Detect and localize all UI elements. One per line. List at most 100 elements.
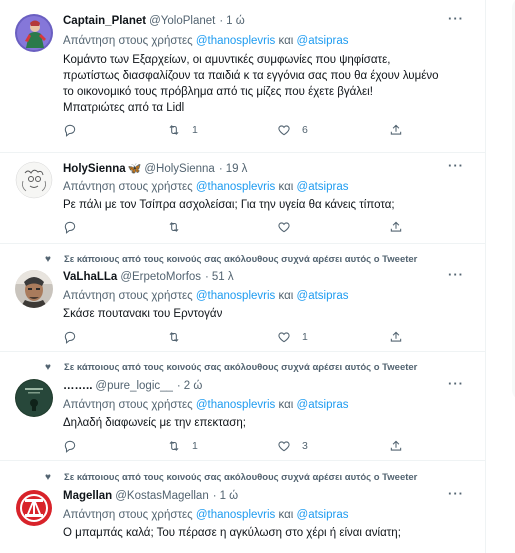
user-handle[interactable]: @pure_logic__ bbox=[95, 380, 173, 392]
mention-link[interactable]: @atsipras bbox=[297, 509, 349, 521]
user-handle[interactable]: @ErpetoMorfos bbox=[120, 271, 201, 283]
reply-button[interactable] bbox=[63, 123, 88, 137]
timestamp[interactable]: 1 ώ bbox=[226, 15, 245, 27]
timestamp[interactable]: 51 λ bbox=[212, 271, 234, 283]
retweet-icon bbox=[169, 125, 179, 135]
retweet-icon bbox=[169, 222, 179, 232]
retweet-button[interactable] bbox=[167, 330, 192, 344]
heart-icon: ♥ bbox=[45, 254, 51, 265]
heart-icon: ♥ bbox=[45, 472, 51, 483]
timestamp[interactable]: 2 ώ bbox=[184, 380, 203, 392]
reply-icon bbox=[64, 440, 76, 453]
tweet[interactable]: ♥ Σε κάποιους από τους κοινούς σας ακόλο… bbox=[0, 352, 485, 461]
tweet-text: Κομάντο των Εξαρχείων, οι αμυντικές συμφ… bbox=[63, 52, 472, 116]
display-name[interactable]: VaLhaLLa bbox=[63, 271, 117, 283]
butterfly-icon: 🦋 bbox=[127, 163, 142, 175]
tweet-text-line: Ρε πάλι με τον Τσίπρα ασχολείσαι; Για τη… bbox=[63, 199, 395, 211]
user-handle[interactable]: @KostasMagellan bbox=[115, 490, 209, 502]
display-name[interactable]: HolySienna bbox=[63, 163, 126, 175]
tweet-text: Ο μπαμπάς καλά; Του πέρασε η αγκύλωση στ… bbox=[63, 525, 472, 541]
like-button[interactable]: 6 bbox=[277, 123, 308, 137]
share-button[interactable] bbox=[389, 123, 403, 137]
like-button[interactable]: 3 bbox=[277, 439, 308, 453]
like-count: 6 bbox=[302, 124, 308, 136]
tweet-actions: 1 6 bbox=[63, 123, 403, 141]
reply-and: και bbox=[278, 181, 294, 193]
separator-dot: · bbox=[176, 380, 181, 392]
mention-link[interactable]: @thanosplevris bbox=[196, 290, 275, 302]
mention-link[interactable]: @atsipras bbox=[297, 181, 349, 193]
display-name[interactable]: …….. bbox=[63, 380, 92, 392]
avatar[interactable] bbox=[15, 14, 53, 52]
separator-dot: · bbox=[219, 15, 224, 27]
reply-context: Απάντηση στους χρήστες @thanosplevris κα… bbox=[63, 290, 348, 302]
tweet[interactable]: Captain_Planet @YoloPlanet · 1 ώ ··· Απά… bbox=[0, 0, 485, 153]
timeline-feed: Captain_Planet @YoloPlanet · 1 ώ ··· Απά… bbox=[0, 0, 486, 553]
social-context-text: Σε κάποιους από τους κοινούς σας ακόλουθ… bbox=[64, 254, 418, 265]
mention-link[interactable]: @thanosplevris bbox=[196, 509, 275, 521]
user-handle[interactable]: @YoloPlanet bbox=[149, 15, 215, 27]
more-icon[interactable]: ··· bbox=[448, 486, 464, 501]
separator-dot: · bbox=[205, 271, 209, 283]
reply-button[interactable] bbox=[63, 330, 88, 344]
share-icon bbox=[390, 440, 402, 451]
retweet-button[interactable]: 1 bbox=[167, 439, 198, 453]
tweet-text-line: Δηλαδή διαφωνείς με την επεκταση; bbox=[63, 417, 246, 429]
more-icon[interactable]: ··· bbox=[448, 376, 464, 391]
timestamp[interactable]: 1 ώ bbox=[220, 490, 239, 502]
reply-and: και bbox=[278, 399, 294, 411]
tweet[interactable]: ♥ Σε κάποιους από τους κοινούς σας ακόλο… bbox=[0, 461, 485, 553]
more-icon[interactable]: ··· bbox=[448, 11, 464, 26]
tweet-header: …….. @pure_logic__ · 2 ώ bbox=[63, 380, 202, 392]
reply-button[interactable] bbox=[63, 220, 88, 234]
display-name[interactable]: Magellan bbox=[63, 490, 112, 502]
like-count: 1 bbox=[302, 331, 308, 343]
tweet-header: VaLhaLLa @ErpetoMorfos · 51 λ bbox=[63, 271, 234, 283]
social-context-text: Σε κάποιους από τους κοινούς σας ακόλουθ… bbox=[64, 362, 418, 373]
heart-icon: ♥ bbox=[45, 362, 51, 373]
avatar[interactable] bbox=[15, 489, 53, 527]
tweet[interactable]: ♥ Σε κάποιους από τους κοινούς σας ακόλο… bbox=[0, 244, 485, 352]
avatar[interactable] bbox=[15, 379, 53, 417]
avatar[interactable] bbox=[15, 270, 53, 308]
mention-link[interactable]: @atsipras bbox=[297, 35, 349, 47]
share-button[interactable] bbox=[389, 330, 403, 344]
retweet-button[interactable] bbox=[167, 220, 192, 234]
tweet-header: HolySienna 🦋 @HolySienna · 19 λ bbox=[63, 162, 248, 176]
reply-and: και bbox=[278, 290, 294, 302]
tweet-header: Magellan @KostasMagellan · 1 ώ bbox=[63, 490, 238, 502]
more-icon[interactable]: ··· bbox=[448, 267, 464, 282]
tweet[interactable]: HolySienna 🦋 @HolySienna · 19 λ ··· Απάν… bbox=[0, 153, 485, 244]
more-icon[interactable]: ··· bbox=[448, 158, 464, 173]
reply-prefix: Απάντηση στους χρήστες bbox=[63, 290, 193, 302]
mention-link[interactable]: @atsipras bbox=[297, 399, 349, 411]
tweet-text-line: Σκάσε πουτανακι του Ερντογάν bbox=[63, 308, 223, 320]
mention-link[interactable]: @thanosplevris bbox=[196, 181, 275, 193]
like-button[interactable] bbox=[277, 220, 302, 234]
social-context: ♥ Σε κάποιους από τους κοινούς σας ακόλο… bbox=[41, 472, 417, 483]
mention-link[interactable]: @thanosplevris bbox=[196, 35, 275, 47]
retweet-icon bbox=[169, 441, 179, 451]
reply-prefix: Απάντηση στους χρήστες bbox=[63, 509, 193, 521]
avatar[interactable] bbox=[15, 161, 53, 199]
reply-context: Απάντηση στους χρήστες @thanosplevris κα… bbox=[63, 399, 348, 411]
tweet-text-line: Ο μπαμπάς καλά; Του πέρασε η αγκύλωση στ… bbox=[63, 527, 401, 539]
reply-context: Απάντηση στους χρήστες @thanosplevris κα… bbox=[63, 181, 348, 193]
like-icon bbox=[278, 332, 290, 343]
display-name[interactable]: Captain_Planet bbox=[63, 15, 146, 27]
tweet-header: Captain_Planet @YoloPlanet · 1 ώ bbox=[63, 15, 245, 27]
reply-button[interactable] bbox=[63, 439, 88, 453]
mention-link[interactable]: @thanosplevris bbox=[196, 399, 275, 411]
reply-context: Απάντηση στους χρήστες @thanosplevris κα… bbox=[63, 509, 348, 521]
mention-link[interactable]: @atsipras bbox=[297, 290, 349, 302]
timestamp[interactable]: 19 λ bbox=[226, 163, 248, 175]
tweet-text: Ρε πάλι με τον Τσίπρα ασχολείσαι; Για τη… bbox=[63, 197, 472, 213]
share-icon bbox=[390, 124, 402, 135]
reply-and: και bbox=[278, 35, 294, 47]
user-handle[interactable]: @HolySienna bbox=[144, 163, 215, 175]
share-button[interactable] bbox=[389, 220, 403, 234]
retweet-button[interactable]: 1 bbox=[167, 123, 198, 137]
share-button[interactable] bbox=[389, 439, 403, 453]
like-button[interactable]: 1 bbox=[277, 330, 308, 344]
social-context: ♥ Σε κάποιους από τους κοινούς σας ακόλο… bbox=[41, 254, 417, 265]
